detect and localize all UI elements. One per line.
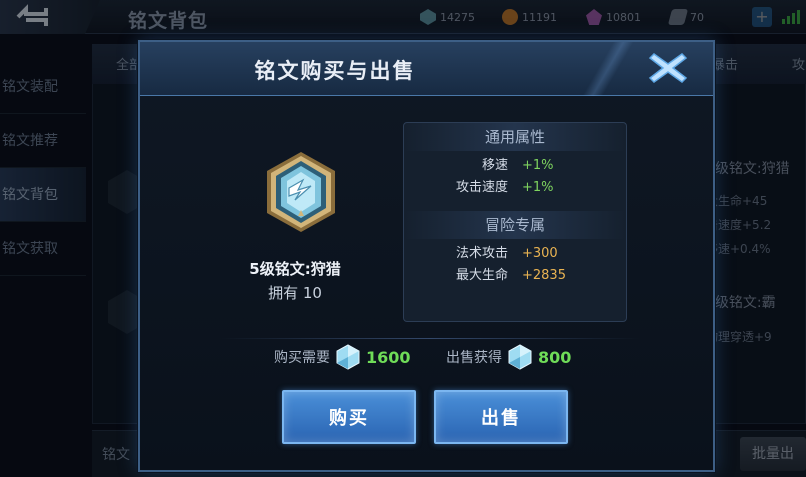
stat-label: 移速 [481, 158, 508, 173]
rune-stats-panel: 通用属性 移速 +1% 攻击速度 +1% 冒险专属 法术攻击 +300 最大生命… [403, 122, 627, 322]
adventure-stats-heading: 冒险专属 [404, 211, 626, 239]
buy-price: 购买需要 1600 [274, 342, 411, 372]
dialog-header: 铭文购买与出售 [140, 42, 713, 96]
dialog-title: 铭文购买与出售 [254, 59, 416, 83]
stat-label: 最大生命 [455, 268, 508, 283]
close-button[interactable] [644, 48, 692, 88]
sell-button[interactable]: 出售 [434, 390, 568, 444]
stat-value: +300 [522, 246, 558, 261]
stat-value: +2835 [522, 268, 566, 283]
stat-row: 最大生命 +2835 [404, 265, 626, 287]
buy-price-value: 1600 [366, 347, 411, 367]
header-accent [573, 42, 643, 96]
stat-value: +1% [522, 180, 554, 195]
general-stats-heading: 通用属性 [404, 123, 626, 151]
buy-price-label: 购买需要 [274, 350, 330, 366]
sell-price-label: 出售获得 [446, 350, 502, 366]
rune-owned-count: 拥有 10 [268, 284, 322, 302]
crystal-icon [336, 344, 360, 370]
divider [220, 338, 640, 339]
buy-button[interactable]: 购买 [282, 390, 416, 444]
lightning-rune-icon [267, 152, 335, 232]
sell-price-value: 800 [538, 347, 572, 367]
stat-value: +1% [522, 158, 554, 173]
crystal-icon [508, 344, 532, 370]
stat-row: 攻击速度 +1% [404, 177, 626, 199]
stat-row: 法术攻击 +300 [404, 243, 626, 265]
stat-label: 法术攻击 [455, 246, 508, 261]
stat-label: 攻击速度 [455, 180, 508, 195]
sell-price: 出售获得 800 [446, 342, 571, 372]
rune-icon [265, 150, 337, 234]
close-icon [648, 53, 688, 83]
rune-name: 5级铭文:狩猎 [249, 260, 341, 278]
stat-row: 移速 +1% [404, 155, 626, 177]
rune-trade-dialog: 铭文购买与出售 5级铭文:狩猎 拥有 10 通用属性 移速 +1% 攻击速度 +… [138, 40, 715, 472]
